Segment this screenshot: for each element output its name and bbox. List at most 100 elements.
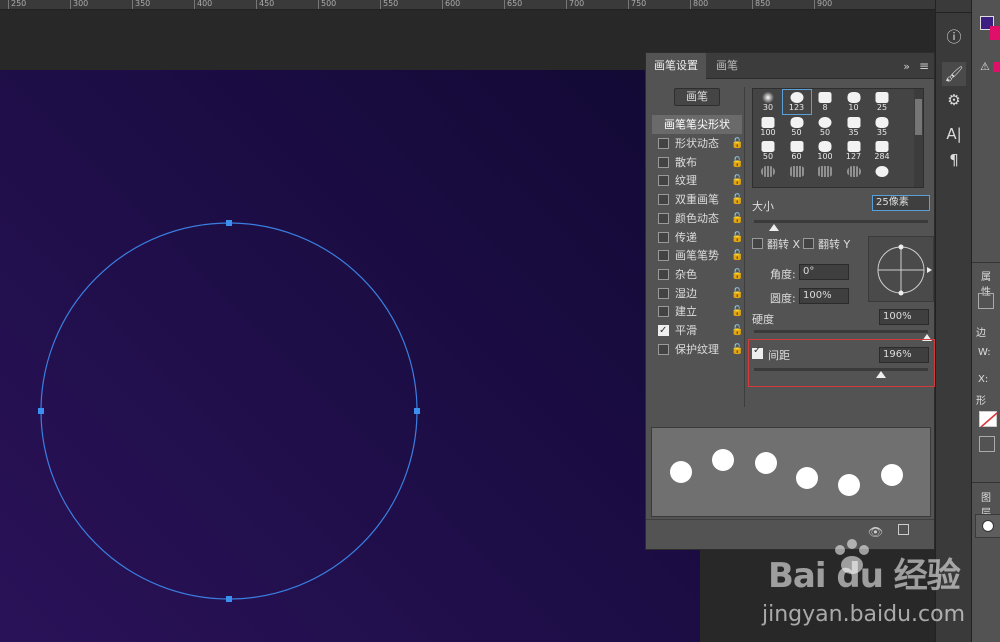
flip-x-checkbox[interactable] (752, 238, 763, 249)
brush-icon[interactable]: 🖌 (942, 62, 966, 86)
brush-option-checkbox[interactable] (658, 250, 669, 262)
lock-icon[interactable]: 🔓 (731, 172, 743, 190)
brush-option-checkbox[interactable] (658, 287, 669, 299)
brush-preset[interactable]: 8 (811, 90, 839, 114)
background-color-swatch[interactable] (990, 26, 1000, 40)
roundness-field[interactable]: 100% (799, 288, 849, 304)
brush-preset-grid[interactable]: 30 123 8 10 25 100 50 50 35 35 50 60 100 127 284 (752, 88, 924, 188)
brush-option-checkbox[interactable] (658, 322, 669, 340)
brush-option-checkbox[interactable] (658, 194, 669, 206)
transform-icon[interactable] (978, 293, 994, 309)
lock-icon[interactable]: 🔓 (731, 285, 743, 303)
sliders-icon[interactable]: ⚙ (942, 88, 966, 112)
brush-preset[interactable]: 60 (783, 139, 811, 163)
brush-option-row[interactable]: 双重画笔 🔓 (652, 191, 744, 209)
hardness-slider-track[interactable] (754, 330, 928, 333)
angle-roundness-widget[interactable] (868, 236, 934, 302)
brush-preset[interactable]: 30 (754, 90, 782, 114)
stroke-none-icon[interactable] (979, 411, 998, 428)
brush-option-row[interactable]: 湿边 🔓 (652, 285, 744, 303)
circle-path[interactable] (40, 222, 418, 600)
brush-option-row[interactable]: 杂色 🔓 (652, 266, 744, 284)
expand-icon[interactable]: » (903, 60, 910, 73)
brush-preset[interactable] (868, 164, 896, 188)
anchor-point-top[interactable] (226, 220, 232, 226)
brush-option-checkbox[interactable] (658, 156, 669, 168)
tab-brushes[interactable]: 画笔 (708, 53, 746, 79)
brush-preset[interactable] (811, 164, 839, 188)
brush-preset[interactable] (754, 164, 782, 188)
brush-preset[interactable]: 123 (781, 89, 812, 115)
preset-scrollbar-thumb[interactable] (915, 99, 922, 135)
brush-option-checkbox[interactable] (658, 231, 669, 243)
lock-icon[interactable]: 🔓 (731, 229, 743, 247)
brushes-button[interactable]: 画笔 (674, 88, 720, 106)
info-icon[interactable]: ⓘ (942, 25, 966, 49)
flip-y-checkbox[interactable] (803, 238, 814, 249)
brush-preset[interactable] (783, 164, 811, 188)
brush-preset[interactable]: 35 (868, 115, 896, 139)
brush-preset[interactable]: 100 (811, 139, 839, 163)
brush-preset[interactable]: 50 (783, 115, 811, 139)
lock-icon[interactable]: 🔓 (731, 341, 743, 359)
ruler-tick-label: 500 (321, 0, 337, 8)
brush-option-row[interactable]: 建立 🔓 (652, 303, 744, 321)
brush-option-checkbox[interactable] (658, 212, 669, 224)
brush-preset[interactable]: 35 (840, 115, 868, 139)
panel-menu-icon[interactable]: ≡ (919, 59, 929, 73)
brush-option-checkbox[interactable] (658, 306, 669, 318)
new-preset-icon[interactable] (898, 524, 909, 535)
brush-option-row[interactable]: 保护纹理 🔓 (652, 341, 744, 359)
size-field[interactable]: 25像素 (872, 195, 930, 211)
spacing-checkbox[interactable] (752, 345, 763, 359)
brush-option-row[interactable]: 散布 🔓 (652, 154, 744, 172)
lock-icon[interactable]: 🔓 (731, 322, 743, 340)
lock-icon[interactable]: 🔓 (731, 210, 743, 228)
brush-option-row[interactable]: 传递 🔓 (652, 229, 744, 247)
anchor-point-bottom[interactable] (226, 596, 232, 602)
brush-option-row[interactable]: 形状动态 🔓 (652, 135, 744, 153)
anchor-point-left[interactable] (38, 408, 44, 414)
brush-option-row[interactable]: 平滑 🔓 (652, 322, 744, 340)
size-slider-thumb[interactable] (769, 224, 779, 231)
brush-option-checkbox[interactable] (658, 175, 669, 187)
brush-tip-icon (847, 116, 860, 128)
lock-icon[interactable]: 🔓 (731, 135, 743, 153)
angle-dial-icon[interactable] (869, 237, 935, 303)
hardness-field[interactable]: 100% (879, 309, 929, 325)
character-icon[interactable]: A| (942, 122, 966, 146)
lock-icon[interactable]: 🔓 (731, 154, 743, 172)
gamut-swatch[interactable] (993, 62, 1000, 72)
brush-option-row[interactable]: 画笔笔势 🔓 (652, 247, 744, 265)
tab-brush-settings[interactable]: 画笔设置 (646, 53, 706, 79)
brush-preset[interactable]: 284 (868, 139, 896, 163)
brush-preset[interactable]: 127 (840, 139, 868, 163)
brush-preset[interactable]: 50 (811, 115, 839, 139)
brush-preset[interactable]: 25 (868, 90, 896, 114)
brush-option-checkbox[interactable] (658, 268, 669, 280)
lock-icon[interactable]: 🔓 (731, 266, 743, 284)
lock-icon[interactable]: 🔓 (731, 191, 743, 209)
lock-icon[interactable]: 🔓 (731, 247, 743, 265)
spacing-slider-thumb[interactable] (876, 371, 886, 378)
brush-option-checkbox[interactable] (658, 138, 669, 149)
anchor-point-right[interactable] (414, 408, 420, 414)
brush-preset[interactable]: 10 (840, 90, 868, 114)
spacing-field[interactable]: 196% (879, 347, 929, 363)
brush-tip-shape-item[interactable]: 画笔笔尖形状 (652, 115, 742, 134)
spacing-slider-track[interactable] (754, 368, 928, 371)
align-icon[interactable] (979, 436, 995, 452)
ellipse-path[interactable] (0, 70, 700, 642)
brush-option-row[interactable]: 颜色动态 🔓 (652, 210, 744, 228)
paragraph-icon[interactable]: ¶ (942, 148, 966, 172)
brush-preset[interactable]: 100 (754, 115, 782, 139)
angle-field[interactable]: 0° (799, 264, 849, 280)
size-slider-track[interactable] (754, 220, 928, 223)
layer-row[interactable] (975, 514, 1000, 538)
lock-icon[interactable]: 🔓 (731, 303, 743, 321)
brush-preset[interactable]: 50 (754, 139, 782, 163)
brush-preset[interactable] (840, 164, 868, 188)
brush-option-row[interactable]: 纹理 🔓 (652, 172, 744, 190)
brush-option-checkbox[interactable] (658, 343, 669, 355)
eye-icon[interactable]: 👁 (868, 525, 883, 539)
